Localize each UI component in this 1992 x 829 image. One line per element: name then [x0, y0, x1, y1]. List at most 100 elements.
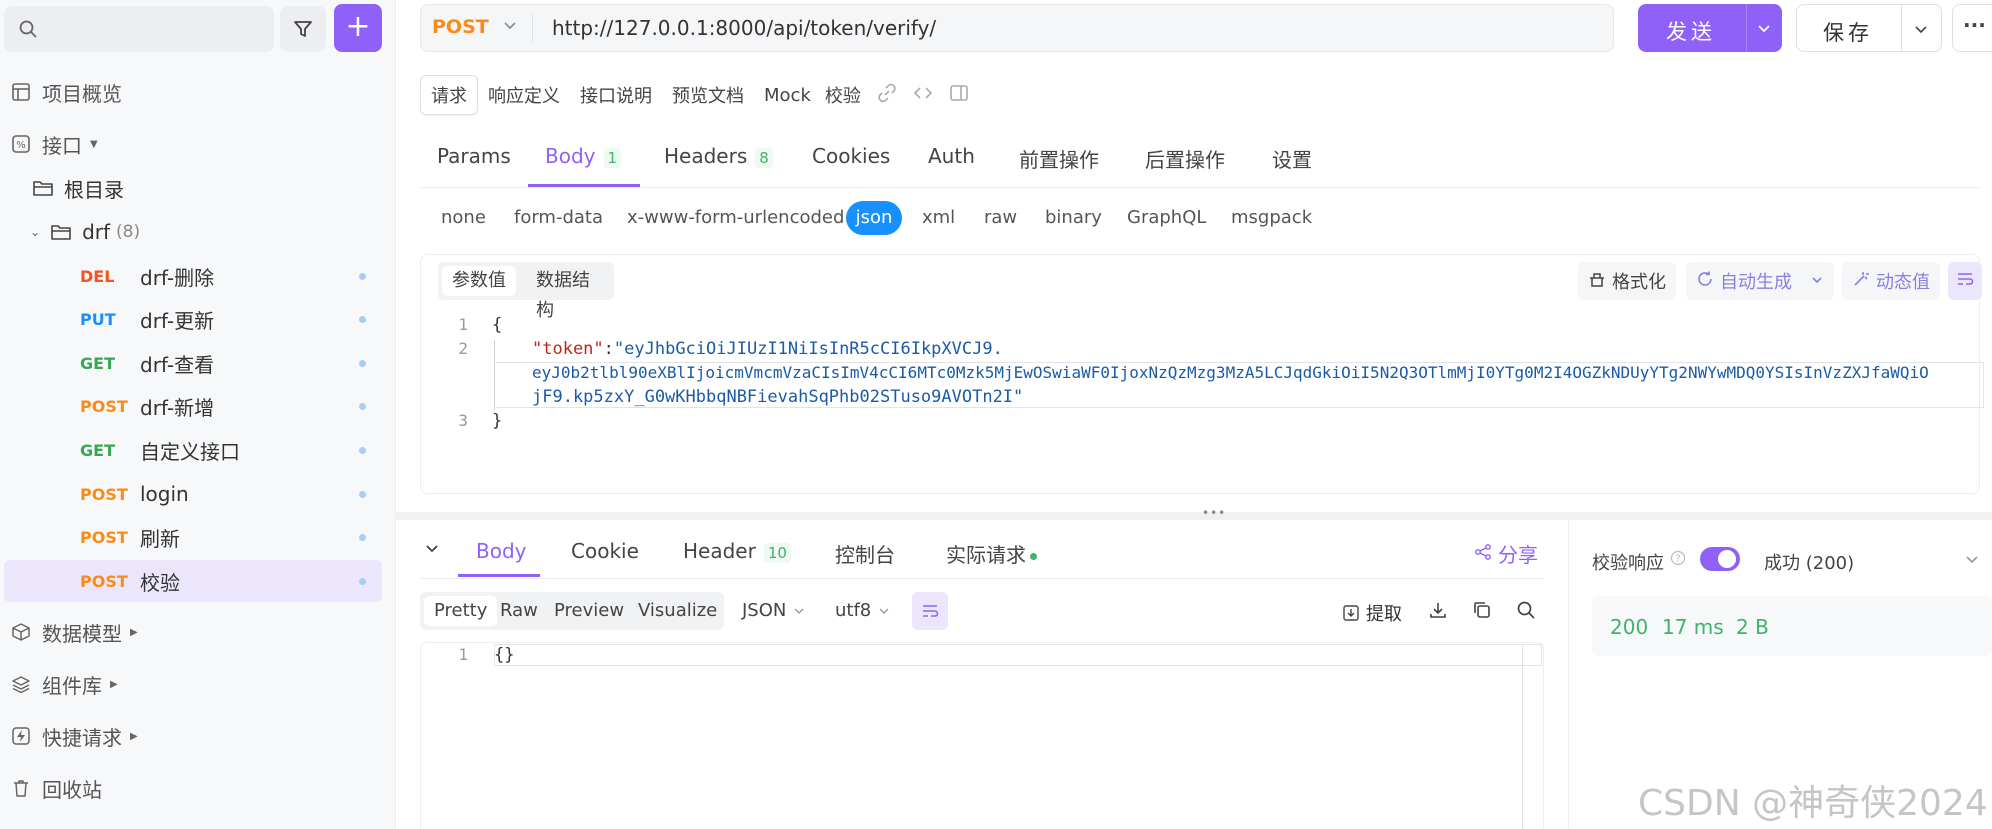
- tab-mock[interactable]: Mock: [754, 79, 821, 112]
- chevron-down-icon[interactable]: [1964, 551, 1980, 572]
- sidebar-item-components[interactable]: 组件库 ▶: [10, 664, 118, 704]
- view-visualize[interactable]: Visualize: [628, 596, 727, 626]
- body-type-raw[interactable]: raw: [984, 207, 1017, 228]
- extract-label: 提取: [1366, 604, 1402, 625]
- view-pretty[interactable]: Pretty: [424, 596, 498, 626]
- json-string: "eyJhbGciOiJIUzI1NiIsInR5cCI6IkpXVCJ9.: [613, 339, 1003, 359]
- code-line-wrap[interactable]: eyJ0b2tlbl90eXBlIjoicmVmcmVzaCIsImV4cCI6…: [532, 363, 1929, 382]
- wrap-lines-button[interactable]: [912, 592, 948, 630]
- format-button[interactable]: 格式化: [1578, 262, 1676, 300]
- sidebar-item-label: 根目录: [64, 177, 124, 202]
- format-select[interactable]: JSON: [742, 600, 806, 621]
- tab-params[interactable]: Params: [437, 144, 511, 168]
- sidebar-item-quick-request[interactable]: 快捷请求 ▶: [10, 716, 138, 756]
- mode-tabs: 请求 响应定义 接口说明 预览文档 Mock 校验: [420, 75, 969, 115]
- tab-response-cookie[interactable]: Cookie: [571, 539, 639, 563]
- tab-body[interactable]: Body 1: [545, 144, 622, 168]
- view-raw[interactable]: Raw: [490, 596, 548, 626]
- copy-icon[interactable]: [1472, 600, 1492, 625]
- tab-actual-request[interactable]: 实际请求: [946, 539, 1037, 568]
- search-icon[interactable]: [1516, 600, 1536, 625]
- code-line-wrap[interactable]: jF9.kp5zxY_G0wKHbbqNBFievahSqPhb02STuso9…: [532, 387, 1023, 407]
- tab-validate[interactable]: 校验: [821, 76, 871, 114]
- folder-icon: [32, 177, 54, 199]
- tab-post-operation[interactable]: 后置操作: [1145, 144, 1225, 173]
- endpoint-item[interactable]: GET 自定义接口: [4, 429, 382, 471]
- api-icon: %: [10, 133, 32, 155]
- endpoint-item[interactable]: POST 刷新: [4, 517, 382, 559]
- sidebar-item-trash[interactable]: 回收站: [10, 768, 102, 808]
- tab-pre-operation[interactable]: 前置操作: [1019, 144, 1099, 173]
- endpoint-item[interactable]: POST drf-新增: [4, 386, 382, 428]
- sidebar-item-overview[interactable]: 项目概览: [10, 72, 122, 112]
- share-label: 分享: [1498, 543, 1538, 567]
- share-button[interactable]: 分享: [1474, 539, 1538, 568]
- body-type-xml[interactable]: xml: [922, 207, 955, 228]
- code-icon[interactable]: [913, 83, 933, 108]
- endpoint-item[interactable]: PUT drf-更新: [4, 299, 382, 341]
- body-type-urlencoded[interactable]: x-www-form-urlencoded: [627, 207, 844, 228]
- sidebar-folder-drf[interactable]: ⌄ drf (8): [30, 212, 140, 252]
- tab-headers[interactable]: Headers 8: [664, 144, 773, 168]
- body-type-msgpack[interactable]: msgpack: [1231, 207, 1312, 228]
- url-input[interactable]: http://127.0.0.1:8000/api/token/verify/: [552, 16, 936, 40]
- wrap-lines-button[interactable]: [1948, 262, 1982, 300]
- chevron-down-icon: ⌄: [30, 225, 41, 239]
- help-icon[interactable]: ?: [1670, 550, 1686, 571]
- validation-status[interactable]: 成功 (200): [1764, 549, 1854, 575]
- body-type-form-data[interactable]: form-data: [514, 207, 603, 228]
- send-button[interactable]: 发送: [1638, 4, 1782, 52]
- tab-response-header[interactable]: Header 10: [683, 539, 791, 563]
- tab-cookies[interactable]: Cookies: [812, 144, 890, 168]
- extract-button[interactable]: 提取: [1342, 600, 1402, 626]
- body-type-json[interactable]: json: [846, 201, 902, 235]
- method-select[interactable]: POST: [432, 16, 489, 38]
- endpoint-name: drf-更新: [140, 309, 215, 334]
- panel-splitter[interactable]: •••: [396, 506, 1992, 520]
- dynamic-value-button[interactable]: 动态值: [1842, 262, 1940, 300]
- view-preview[interactable]: Preview: [544, 596, 634, 626]
- search-input[interactable]: [4, 6, 274, 52]
- toggle-param-values[interactable]: 参数值: [442, 266, 516, 296]
- body-type-graphql[interactable]: GraphQL: [1127, 207, 1206, 228]
- tab-preview-doc[interactable]: 预览文档: [662, 76, 754, 114]
- sidebar-item-data-model[interactable]: 数据模型 ▶: [10, 612, 138, 652]
- tab-auth[interactable]: Auth: [928, 144, 975, 168]
- encoding-select[interactable]: utf8: [835, 600, 891, 621]
- trash-icon: [10, 777, 32, 799]
- sidebar-item-api[interactable]: % 接口 ▼: [10, 124, 98, 164]
- download-icon[interactable]: [1428, 600, 1448, 625]
- tab-settings[interactable]: 设置: [1272, 144, 1312, 173]
- scrollbar-track[interactable]: [1522, 644, 1523, 829]
- save-button[interactable]: 保存: [1796, 4, 1942, 52]
- response-body-viewer[interactable]: [420, 642, 1544, 829]
- tab-response-definition[interactable]: 响应定义: [478, 76, 570, 114]
- sidebar-item-root[interactable]: 根目录: [32, 168, 124, 208]
- collapse-chevron-icon[interactable]: [424, 540, 440, 561]
- endpoint-item[interactable]: DEL drf-删除: [4, 255, 382, 297]
- response-size: 2 B: [1736, 615, 1769, 639]
- endpoint-item[interactable]: GET drf-查看: [4, 342, 382, 384]
- code-line[interactable]: {: [492, 315, 502, 335]
- tab-api-description[interactable]: 接口说明: [570, 76, 662, 114]
- tab-request[interactable]: 请求: [420, 75, 478, 115]
- filter-button[interactable]: [280, 6, 326, 52]
- add-button[interactable]: +: [334, 4, 382, 52]
- body-type-binary[interactable]: binary: [1045, 207, 1102, 228]
- tab-response-body[interactable]: Body: [476, 539, 527, 563]
- endpoint-item[interactable]: POST login: [4, 473, 382, 515]
- auto-generate-dropdown[interactable]: [1800, 262, 1834, 300]
- panel-icon[interactable]: [949, 83, 969, 108]
- endpoint-item[interactable]: POST 校验: [4, 560, 382, 603]
- more-button[interactable]: ···: [1952, 4, 1992, 52]
- code-line[interactable]: }: [492, 411, 502, 431]
- tab-console[interactable]: 控制台: [835, 539, 895, 568]
- chevron-down-icon[interactable]: [1756, 20, 1772, 41]
- drag-handle-icon[interactable]: •••: [1202, 506, 1226, 520]
- chevron-down-icon[interactable]: [502, 17, 518, 38]
- code-line[interactable]: "token":"eyJhbGciOiJIUzI1NiIsInR5cCI6Ikp…: [532, 339, 1003, 359]
- link-icon[interactable]: [877, 83, 897, 108]
- toggle-data-structure[interactable]: 数据结构: [526, 266, 614, 321]
- chevron-down-icon[interactable]: [1913, 21, 1929, 42]
- body-type-none[interactable]: none: [441, 207, 486, 228]
